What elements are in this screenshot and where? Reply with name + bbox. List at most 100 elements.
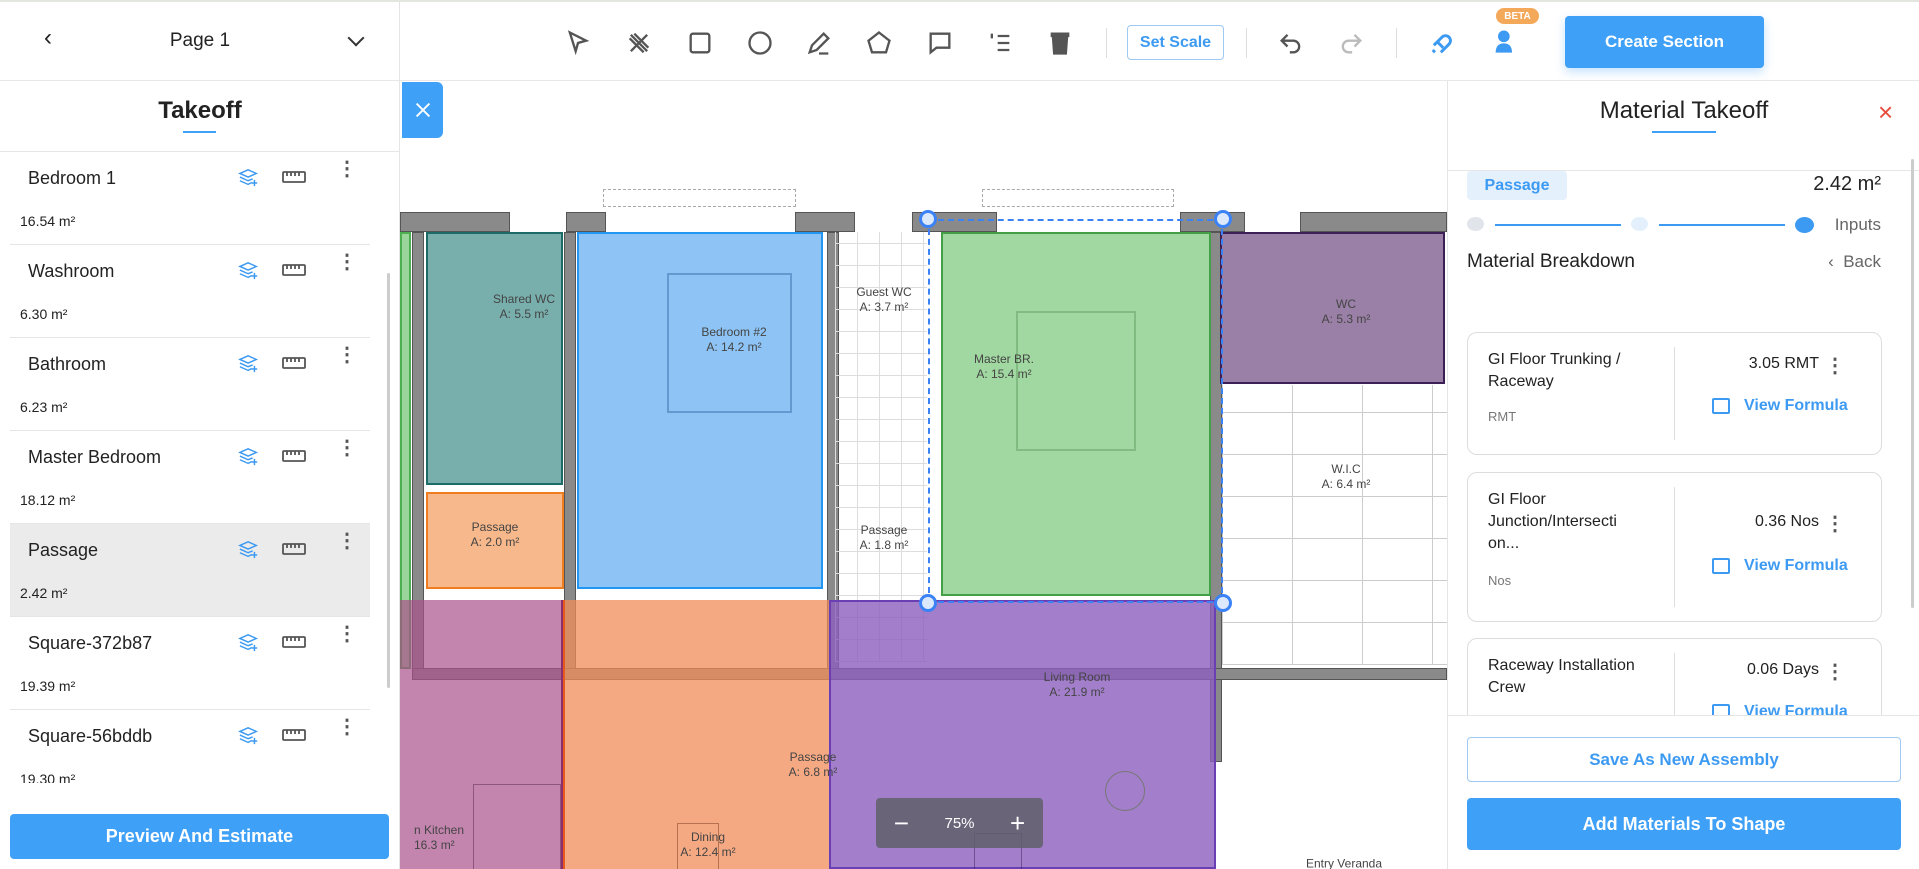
material-card: GI Floor Trunking / Raceway RMT 3.05 RMT… [1467, 332, 1882, 455]
circle-tool-icon[interactable] [743, 26, 777, 60]
trash-icon[interactable] [1043, 26, 1077, 60]
room-name: Bedroom #2 [701, 325, 767, 339]
view-formula-link[interactable]: View Formula [1712, 557, 1848, 575]
comment-tool-icon[interactable] [923, 26, 957, 60]
view-formula-link[interactable]: View Formula [1712, 397, 1848, 415]
room-area: A: 6.4 m² [1321, 477, 1371, 491]
set-scale-button[interactable]: Set Scale [1127, 25, 1224, 60]
takeoff-sidebar: Takeoff Bedroom 1 16.54 m² ⋮ Washroom 6.3… [0, 81, 400, 869]
step-dot[interactable] [1467, 217, 1484, 231]
add-materials-to-shape-button[interactable]: Add Materials To Shape [1467, 798, 1901, 850]
kebab-menu-icon[interactable]: ⋮ [337, 717, 357, 737]
undo-icon[interactable] [1274, 26, 1308, 60]
ai-assistant-icon[interactable] [1488, 24, 1522, 58]
kebab-menu-icon[interactable]: ⋮ [1825, 659, 1845, 684]
kebab-menu-icon[interactable]: ⋮ [337, 624, 357, 644]
room-name: Master BR. [973, 352, 1035, 366]
add-material-layers-icon[interactable] [238, 261, 260, 281]
kebab-menu-icon[interactable]: ⋮ [337, 252, 357, 272]
divider [1674, 347, 1675, 440]
takeoff-list-item[interactable]: Square-372b87 19.39 m² ⋮ [10, 617, 370, 710]
room-name: W.I.C [1331, 462, 1361, 476]
calculator-icon [1712, 398, 1730, 414]
takeoff-list-item[interactable]: Washroom 6.30 m² ⋮ [10, 245, 370, 338]
zoom-out-button[interactable]: − [894, 808, 909, 839]
add-material-layers-icon[interactable] [238, 354, 260, 374]
selection-outline[interactable] [928, 219, 1223, 603]
add-material-layers-icon[interactable] [238, 726, 260, 746]
floorplan-canvas[interactable]: Shared WC A: 5.5 m² Bedroom #2 A: 14.2 m² Gu… [400, 81, 1447, 869]
add-material-layers-icon[interactable] [238, 633, 260, 653]
kebab-menu-icon[interactable]: ⋮ [337, 159, 357, 179]
calculator-icon [1712, 558, 1730, 574]
zoom-in-button[interactable]: + [1010, 808, 1025, 839]
step-dot[interactable] [1631, 217, 1648, 231]
room-name: Shared WC [492, 292, 556, 306]
redo-icon[interactable] [1334, 26, 1368, 60]
item-area: 2.42 m² [20, 585, 68, 601]
back-button[interactable]: ‹ Back [1828, 252, 1881, 272]
measure-tool-icon[interactable] [622, 26, 656, 60]
measure-icon [415, 102, 430, 118]
ruler-icon[interactable] [282, 728, 306, 742]
preview-and-estimate-button[interactable]: Preview And Estimate [10, 814, 389, 859]
scrollbar[interactable] [1911, 159, 1914, 608]
add-material-layers-icon[interactable] [238, 168, 260, 188]
room-label: Passage A: 2.0 m² [471, 520, 520, 550]
item-name: Square-372b87 [28, 633, 153, 653]
step-label: Inputs [1834, 215, 1881, 234]
resize-handle[interactable] [919, 210, 937, 228]
resize-handle[interactable] [919, 594, 937, 612]
ruler-icon[interactable] [282, 263, 306, 277]
measure-toggle-button[interactable] [402, 82, 443, 138]
close-icon[interactable]: × [1878, 97, 1893, 128]
takeoff-list-item[interactable]: Bedroom 1 16.54 m² ⋮ [10, 152, 370, 245]
ruler-icon[interactable] [282, 542, 306, 556]
item-name: Bathroom [28, 354, 107, 374]
takeoff-list-item[interactable]: Passage 2.42 m² ⋮ [10, 524, 370, 617]
ruler-icon[interactable] [282, 356, 306, 370]
select-tool-icon[interactable] [561, 26, 595, 60]
scrollbar[interactable] [387, 273, 390, 688]
view-formula-label: View Formula [1744, 397, 1848, 414]
numbered-list-icon[interactable] [983, 26, 1017, 60]
kebab-menu-icon[interactable]: ⋮ [1825, 353, 1845, 378]
view-formula-link[interactable]: View Formula [1712, 703, 1848, 715]
title-underline [1652, 131, 1716, 133]
pencil-tool-icon[interactable] [802, 26, 836, 60]
step-line [1495, 224, 1621, 226]
window-outline [982, 189, 1174, 207]
create-section-button[interactable]: Create Section [1565, 16, 1764, 68]
ruler-icon[interactable] [282, 635, 306, 649]
back-label: Back [1843, 252, 1881, 271]
room-label: Guest WC A: 3.7 m² [856, 285, 911, 315]
add-material-layers-icon[interactable] [238, 540, 260, 560]
rectangle-tool-icon[interactable] [683, 26, 717, 60]
save-as-new-assembly-button[interactable]: Save As New Assembly [1467, 737, 1901, 782]
room-shape-shared-wc[interactable] [426, 232, 563, 485]
takeoff-list-item[interactable]: Square-56bddb 19.30 m² ⋮ [10, 710, 370, 783]
kebab-menu-icon[interactable]: ⋮ [1825, 511, 1845, 536]
takeoff-list-item[interactable]: Master Bedroom 18.12 m² ⋮ [10, 431, 370, 524]
page-selector: ‹ Page 1 [0, 2, 400, 81]
kebab-menu-icon[interactable]: ⋮ [337, 345, 357, 365]
resize-handle[interactable] [1214, 210, 1232, 228]
step-dot-active[interactable] [1795, 217, 1814, 233]
page-label[interactable]: Page 1 [0, 30, 400, 52]
ruler-icon[interactable] [282, 170, 306, 184]
kebab-menu-icon[interactable]: ⋮ [337, 438, 357, 458]
magnet-icon[interactable] [1425, 26, 1459, 60]
divider [1396, 28, 1397, 58]
polygon-tool-icon[interactable] [862, 26, 896, 60]
ruler-icon[interactable] [282, 449, 306, 463]
takeoff-list-item[interactable]: Bathroom 6.23 m² ⋮ [10, 338, 370, 431]
beta-badge: BETA [1496, 8, 1539, 24]
resize-handle[interactable] [1214, 594, 1232, 612]
material-unit: RMT [1488, 409, 1517, 424]
top-toolbar: ‹ Page 1 Set Scale BETA Create Section [0, 0, 1919, 81]
add-material-layers-icon[interactable] [238, 447, 260, 467]
room-label: Shared WC A: 5.5 m² [493, 292, 555, 322]
divider [1674, 653, 1675, 715]
kebab-menu-icon[interactable]: ⋮ [337, 531, 357, 551]
room-area: A: 14.2 m² [706, 340, 762, 354]
